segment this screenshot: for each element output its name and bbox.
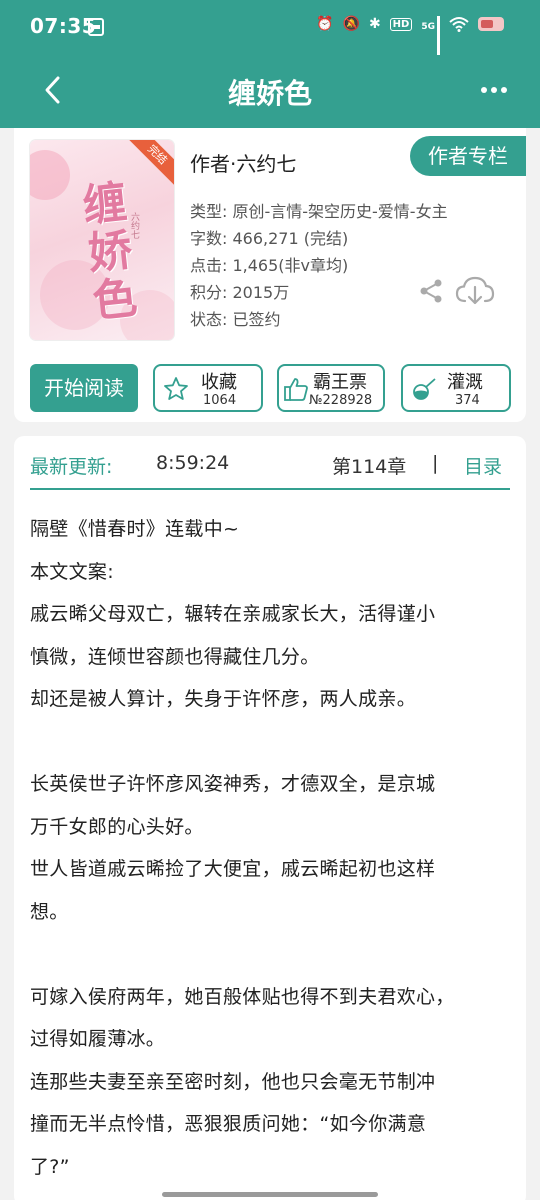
hd-icon: HD bbox=[389, 17, 413, 31]
signal-icon: 5G bbox=[421, 16, 440, 55]
start-reading-button[interactable]: 开始阅读 bbox=[30, 364, 138, 412]
favorite-label: 收藏 bbox=[201, 372, 237, 393]
ticket-count: №228928 bbox=[309, 393, 373, 408]
ticket-button[interactable]: 霸王票 №228928 bbox=[277, 364, 385, 412]
description-line bbox=[30, 933, 512, 976]
page-title: 缠娇色 bbox=[227, 77, 312, 110]
description-line: 想。 bbox=[30, 900, 69, 923]
description-line: 了?” bbox=[30, 1155, 70, 1178]
water-label: 灌溉 bbox=[447, 372, 483, 393]
more-button[interactable] bbox=[476, 78, 512, 102]
mute-icon: 🔕 bbox=[342, 16, 360, 32]
description-line: 长英侯世子许怀彦风姿神秀，才德双全，是京城 bbox=[30, 773, 436, 795]
description-line: 世人皆道戚云晞捡了大便宜，戚云晞起初也这样 bbox=[30, 858, 436, 880]
cloud-download-icon[interactable] bbox=[454, 274, 496, 308]
book-description: 隔壁《惜春时》连载中~ 本文文案: 戚云晞父母双亡，辗转在亲戚家长大，活得谨小 … bbox=[30, 508, 512, 1188]
description-line: 本文文案: bbox=[30, 560, 114, 583]
cover-blossom bbox=[30, 150, 70, 200]
share-icon[interactable] bbox=[418, 278, 444, 304]
meta-word-count: 字数: 466,271 (完结) bbox=[190, 229, 349, 248]
favorite-button[interactable]: 收藏 1064 bbox=[153, 364, 263, 412]
star-icon bbox=[164, 377, 188, 400]
more-dot-icon bbox=[481, 87, 487, 93]
description-line: 万千女郎的心头好。 bbox=[30, 815, 204, 838]
water-count: 374 bbox=[455, 393, 480, 408]
status-time: 07:35 bbox=[30, 14, 97, 38]
meta-status: 状态: 已签约 bbox=[190, 310, 281, 329]
network-type: 5G bbox=[421, 22, 435, 32]
description-line: 过得如履薄冰。 bbox=[30, 1028, 166, 1050]
status-icons: ⏰ 🔕 ✱ HD 5G bbox=[316, 16, 504, 55]
ticket-label: 霸王票 bbox=[313, 372, 367, 393]
description-line: 连那些夫妻至亲至密时刻，他也只会毫无节制冲 bbox=[30, 1070, 436, 1093]
description-line: 撞而无半点怜惜，恶狠狠质问她：“如今你满意 bbox=[30, 1113, 427, 1135]
meta-genre: 类型: 原创-言情-架空历史-爱情-女主 bbox=[190, 202, 448, 221]
description-line: 戚云晞父母双亡，辗转在亲戚家长大，活得谨小 bbox=[30, 603, 436, 625]
latest-update-time: 8:59:24 bbox=[156, 452, 230, 474]
separator: | bbox=[432, 452, 439, 474]
book-cover[interactable]: 缠娇色 六约七 完结 bbox=[30, 140, 174, 340]
meta-clicks: 点击: 1,465(非v章均) bbox=[190, 256, 349, 275]
description-line: 可嫁入侯府两年，她百般体贴也得不到夫君欢心， bbox=[30, 985, 455, 1008]
more-dot-icon bbox=[491, 87, 497, 93]
author-column-button[interactable]: 作者专栏 bbox=[410, 136, 526, 176]
book-meta: 类型: 原创-言情-架空历史-爱情-女主 字数: 466,271 (完结) 点击… bbox=[190, 198, 448, 333]
thumbs-up-icon bbox=[284, 378, 308, 401]
status-bar: 07:35 ⏰ 🔕 ✱ HD 5G bbox=[0, 0, 540, 56]
battery-icon bbox=[478, 17, 504, 31]
toc-button[interactable]: 目录 bbox=[464, 452, 502, 479]
author-name[interactable]: 作者·六约七 bbox=[190, 148, 296, 177]
update-card: 最新更新: 8:59:24 第114章 | 目录 隔壁《惜春时》连载中~ 本文文… bbox=[14, 436, 526, 1200]
latest-update-row[interactable]: 最新更新: 8:59:24 第114章 | 目录 bbox=[30, 450, 510, 490]
description-line: 却还是被人算计，失身于许怀彦，两人成亲。 bbox=[30, 688, 417, 710]
latest-chapter[interactable]: 第114章 bbox=[332, 452, 406, 479]
favorite-count: 1064 bbox=[203, 393, 237, 408]
description-line bbox=[30, 721, 512, 764]
app-header: 缠娇色 bbox=[0, 56, 540, 128]
sim-icon bbox=[88, 18, 104, 36]
book-info-card: 缠娇色 六约七 完结 作者·六约七 作者专栏 类型: 原创-言情-架空历史-爱情… bbox=[14, 128, 526, 422]
water-button[interactable]: 灌溉 374 bbox=[401, 364, 511, 412]
cover-author: 六约七 bbox=[129, 212, 139, 239]
meta-points: 积分: 2015万 bbox=[190, 283, 290, 302]
bluetooth-icon: ✱ bbox=[368, 16, 381, 32]
more-dot-icon bbox=[501, 87, 507, 93]
description-line: 慎微，连倾世容颜也得藏住几分。 bbox=[30, 645, 320, 668]
top-bar: 07:35 ⏰ 🔕 ✱ HD 5G 缠娇色 bbox=[0, 0, 540, 128]
latest-update-label: 最新更新: bbox=[30, 456, 113, 478]
watering-can-icon bbox=[413, 378, 436, 400]
home-indicator[interactable] bbox=[162, 1192, 378, 1197]
alarm-icon: ⏰ bbox=[316, 16, 334, 32]
description-line: 隔壁《惜春时》连载中~ bbox=[30, 518, 240, 540]
wifi-icon bbox=[449, 17, 469, 32]
